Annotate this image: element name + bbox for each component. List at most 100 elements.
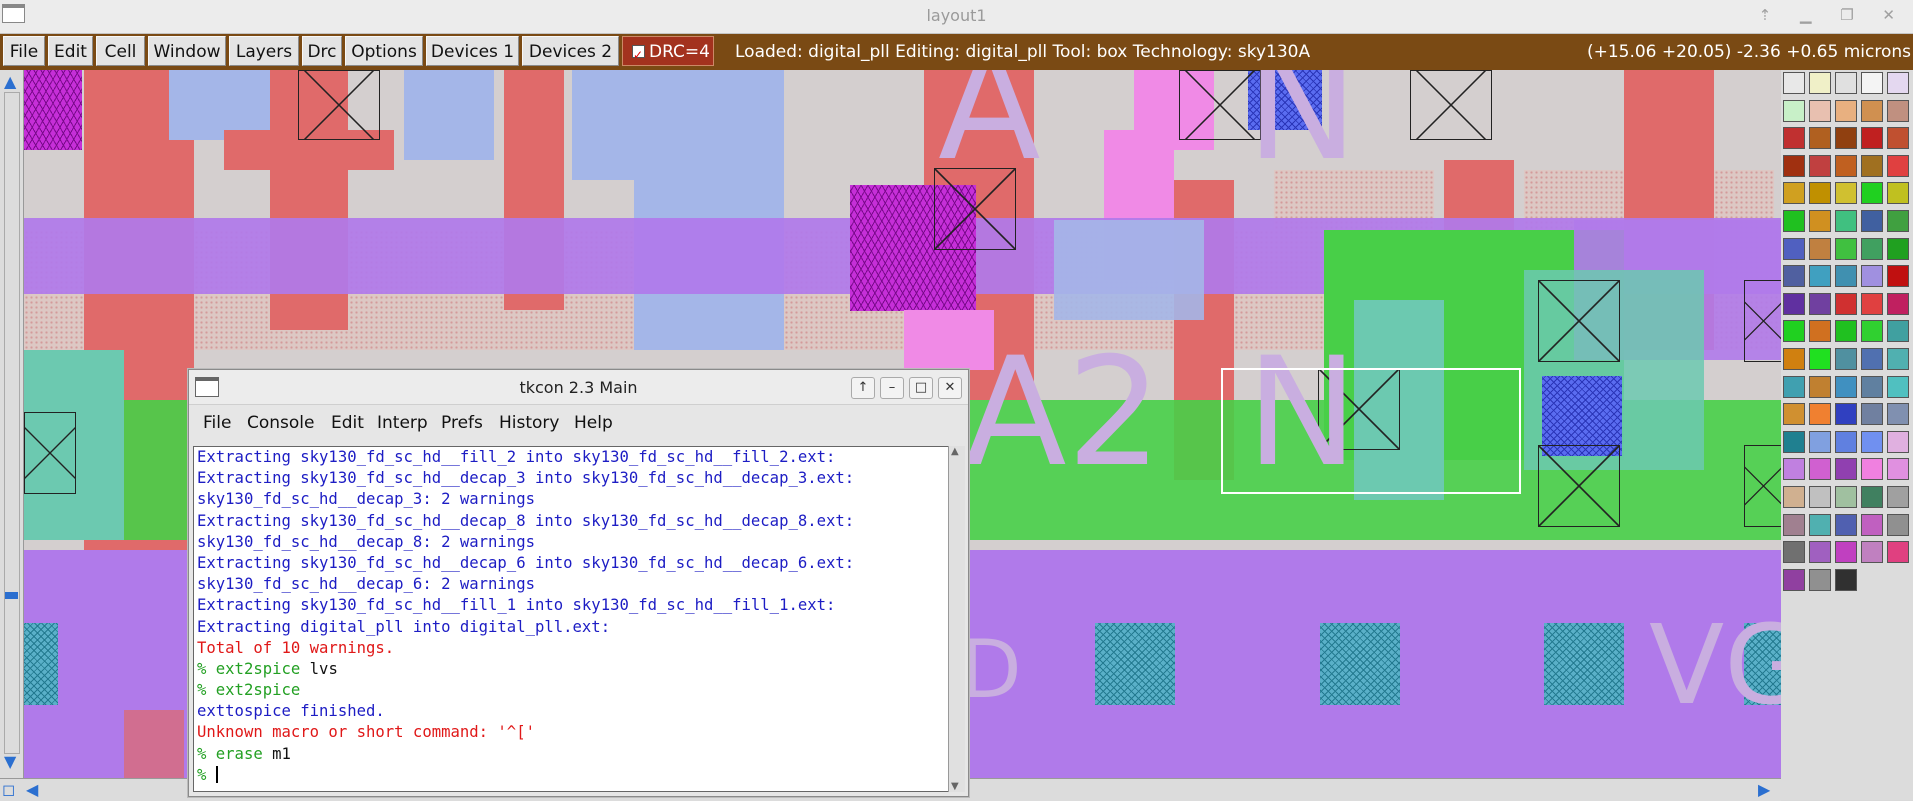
layer-swatch[interactable] (1809, 541, 1831, 564)
layer-swatch[interactable] (1861, 237, 1883, 260)
menu-edit[interactable]: Edit (48, 36, 93, 66)
tkcon-menu-prefs[interactable]: Prefs (441, 413, 483, 433)
selection-box[interactable] (1221, 368, 1521, 494)
tkcon-menu-console[interactable]: Console (247, 413, 315, 433)
window-buttons[interactable]: ⇡ ▁ ❐ ✕ (1759, 6, 1907, 24)
layer-swatch[interactable] (1861, 72, 1883, 94)
layer-swatch[interactable] (1835, 237, 1857, 260)
layer-swatch[interactable] (1861, 154, 1883, 177)
layer-swatch[interactable] (1809, 154, 1831, 177)
layer-swatch[interactable] (1887, 182, 1909, 205)
layer-swatch[interactable] (1861, 430, 1883, 453)
layer-swatch[interactable] (1861, 182, 1883, 205)
layer-swatch[interactable] (1809, 430, 1831, 453)
layer-swatch[interactable] (1861, 292, 1883, 315)
tkcon-raise-button[interactable]: ↑ (851, 377, 875, 399)
layer-swatch[interactable] (1835, 541, 1857, 564)
layer-swatch[interactable] (1861, 375, 1883, 398)
console-input-line[interactable]: % (197, 765, 949, 786)
tkcon-close-button[interactable]: ✕ (938, 377, 962, 399)
layer-swatch[interactable] (1783, 458, 1805, 481)
layer-swatch[interactable] (1835, 375, 1857, 398)
layer-swatch[interactable] (1783, 513, 1805, 536)
menu-file[interactable]: File (3, 36, 45, 66)
layer-swatch[interactable] (1835, 265, 1857, 288)
menu-drc[interactable]: Drc (302, 36, 342, 66)
layer-swatch[interactable] (1861, 458, 1883, 481)
layer-swatch[interactable] (1809, 99, 1831, 122)
layer-swatch[interactable] (1835, 99, 1857, 122)
scroll-up-icon[interactable]: ▲ (4, 72, 16, 91)
layer-swatch[interactable] (1835, 568, 1857, 591)
scroll-right-icon[interactable]: ▶ (1758, 780, 1770, 799)
scroll-thumb[interactable] (5, 592, 18, 599)
layer-swatch[interactable] (1783, 154, 1805, 177)
tkcon-console-output[interactable]: Extracting sky130_fd_sc_hd__fill_2 into … (193, 446, 950, 792)
layer-swatch[interactable] (1809, 237, 1831, 260)
layer-swatch[interactable] (1783, 375, 1805, 398)
layer-swatch[interactable] (1783, 348, 1805, 370)
tkcon-menu-help[interactable]: Help (574, 413, 613, 433)
scroll-down-icon[interactable]: ▼ (4, 752, 16, 771)
layer-swatch[interactable] (1861, 513, 1883, 536)
layer-swatch[interactable] (1835, 127, 1857, 150)
menu-devices-2[interactable]: Devices 2 (522, 36, 619, 66)
layer-swatch[interactable] (1809, 348, 1831, 370)
layer-swatch[interactable] (1887, 403, 1909, 426)
drc-toggle[interactable]: DRC=4 (622, 36, 714, 70)
layer-swatch[interactable] (1835, 458, 1857, 481)
layer-swatch[interactable] (1809, 320, 1831, 343)
layer-swatch[interactable] (1835, 182, 1857, 205)
layer-swatch[interactable] (1809, 458, 1831, 481)
layer-swatch[interactable] (1783, 292, 1805, 315)
layer-swatch[interactable] (1835, 292, 1857, 315)
layer-swatch[interactable] (1783, 541, 1805, 564)
layer-swatch[interactable] (1809, 375, 1831, 398)
tkcon-menu-file[interactable]: File (203, 413, 231, 433)
layer-swatch[interactable] (1861, 265, 1883, 288)
drc-checkbox-icon[interactable] (632, 40, 645, 70)
menu-devices-1[interactable]: Devices 1 (426, 36, 519, 66)
layer-swatch[interactable] (1861, 541, 1883, 564)
scroll-left-icon[interactable]: ◀ (26, 780, 38, 799)
layer-swatch[interactable] (1887, 486, 1909, 508)
layer-swatch[interactable] (1887, 154, 1909, 177)
menu-options[interactable]: Options (345, 36, 423, 66)
layer-swatch[interactable] (1783, 265, 1805, 288)
layer-swatch[interactable] (1887, 430, 1909, 453)
layer-swatch[interactable] (1887, 375, 1909, 398)
layer-swatch[interactable] (1809, 265, 1831, 288)
tkcon-menu-edit[interactable]: Edit (331, 413, 364, 433)
layer-swatch[interactable] (1835, 154, 1857, 177)
tkcon-minimize-button[interactable]: – (880, 377, 904, 399)
tkcon-menu-history[interactable]: History (499, 413, 559, 433)
tkcon-scrollbar[interactable]: ▲ ▼ (948, 446, 965, 792)
layer-swatch[interactable] (1809, 72, 1831, 94)
layer-swatch[interactable] (1887, 320, 1909, 343)
layer-swatch[interactable] (1887, 541, 1909, 564)
layer-swatch[interactable] (1783, 486, 1805, 508)
layer-swatch[interactable] (1783, 568, 1805, 591)
menu-cell[interactable]: Cell (96, 36, 145, 66)
layer-swatch[interactable] (1887, 458, 1909, 481)
scroll-track[interactable] (4, 92, 20, 754)
layer-swatch[interactable] (1887, 348, 1909, 370)
layer-swatch[interactable] (1783, 210, 1805, 232)
layer-swatch[interactable] (1783, 237, 1805, 260)
layer-swatch[interactable] (1835, 486, 1857, 508)
layer-swatch[interactable] (1783, 182, 1805, 205)
layer-swatch[interactable] (1861, 403, 1883, 426)
layer-swatch[interactable] (1835, 210, 1857, 232)
layer-swatch[interactable] (1809, 568, 1831, 591)
layer-swatch[interactable] (1887, 513, 1909, 536)
layer-swatch[interactable] (1835, 513, 1857, 536)
layer-swatch[interactable] (1861, 320, 1883, 343)
layer-swatch[interactable] (1783, 430, 1805, 453)
layer-swatch[interactable] (1887, 292, 1909, 315)
layer-swatch[interactable] (1809, 182, 1831, 205)
layer-swatch[interactable] (1887, 127, 1909, 150)
layer-swatch[interactable] (1861, 486, 1883, 508)
layer-swatch[interactable] (1835, 320, 1857, 343)
menu-layers[interactable]: Layers (229, 36, 299, 66)
tkcon-maximize-button[interactable]: □ (909, 377, 933, 399)
